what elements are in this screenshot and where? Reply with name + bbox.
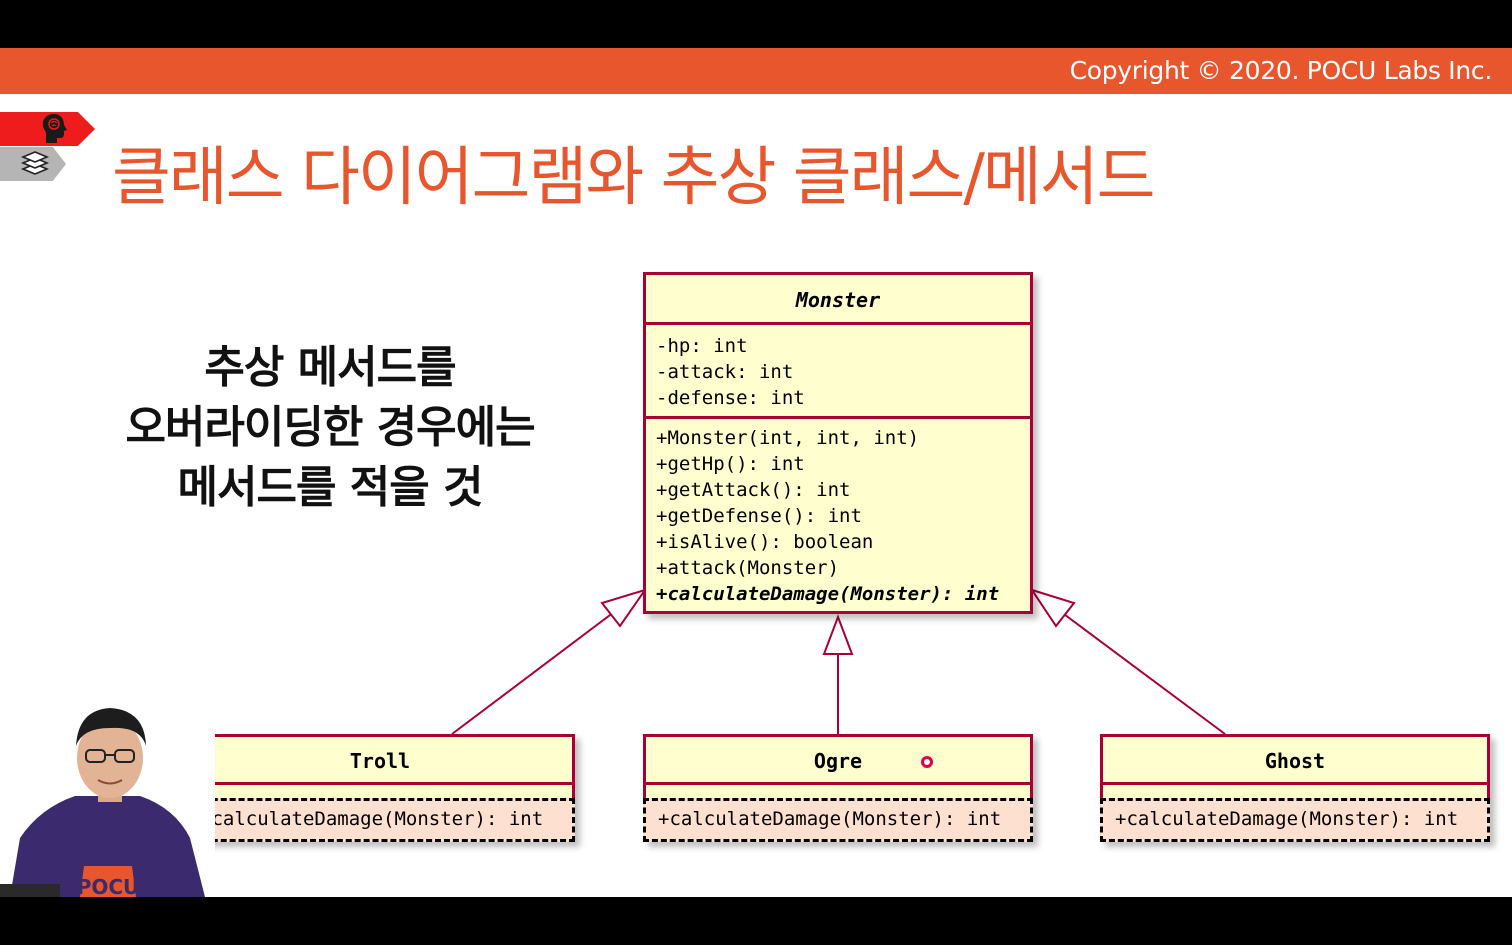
- ogre-override-method: +calculateDamage(Monster): int: [643, 798, 1033, 842]
- ogre-arrowhead: [822, 614, 854, 655]
- letterbox-bottom: [0, 897, 1512, 945]
- monster-methods: +Monster(int, int, int) +getHp(): int +g…: [646, 419, 1030, 611]
- monster-class-name: Monster: [646, 275, 1030, 325]
- ghost-class-name: Ghost: [1103, 737, 1487, 785]
- method: +Monster(int, int, int): [656, 427, 920, 449]
- monster-attributes: -hp: int -attack: int -defense: int: [646, 325, 1030, 419]
- method: +isAlive(): boolean: [656, 531, 874, 553]
- ghost-override-method: +calculateDamage(Monster): int: [1100, 798, 1490, 842]
- attribute: -hp: int: [656, 335, 748, 357]
- ogre-class-box: Ogre +calculateDamage(Monster): int: [643, 734, 1033, 842]
- troll-class-name: Troll: [188, 737, 572, 785]
- troll-override-method: +calculateDamage(Monster): int: [185, 798, 575, 842]
- ghost-attributes: [1103, 785, 1487, 799]
- abstract-method: +calculateDamage(Monster): int: [656, 583, 1000, 605]
- attribute: -defense: int: [656, 387, 805, 409]
- troll-class-box: Troll +calculateDamage(Monster): int: [185, 734, 575, 842]
- method: +getDefense(): int: [656, 505, 862, 527]
- troll-arrowhead: [600, 588, 648, 628]
- ghost-inheritance-line: [1044, 599, 1226, 735]
- attribute: -attack: int: [656, 361, 794, 383]
- slide: Copyright © 2020. POCU Labs Inc. 클래스 다이어…: [0, 48, 1512, 897]
- method: +attack(Monster): [656, 557, 840, 579]
- ogre-attributes: [646, 785, 1030, 799]
- presenter-video: POCU: [0, 688, 215, 897]
- troll-attributes: [188, 785, 572, 799]
- ogre-class-name: Ogre: [646, 737, 1030, 785]
- laser-pointer-dot: [921, 756, 933, 768]
- ghost-class-box: Ghost +calculateDamage(Monster): int: [1100, 734, 1490, 842]
- monster-class-box: Monster -hp: int -attack: int -defense: …: [643, 272, 1033, 614]
- shirt-logo-text: POCU: [77, 875, 140, 897]
- ghost-arrowhead: [1029, 588, 1076, 628]
- method: +getAttack(): int: [656, 479, 851, 501]
- method: +getHp(): int: [656, 453, 805, 475]
- troll-inheritance-line: [451, 599, 631, 735]
